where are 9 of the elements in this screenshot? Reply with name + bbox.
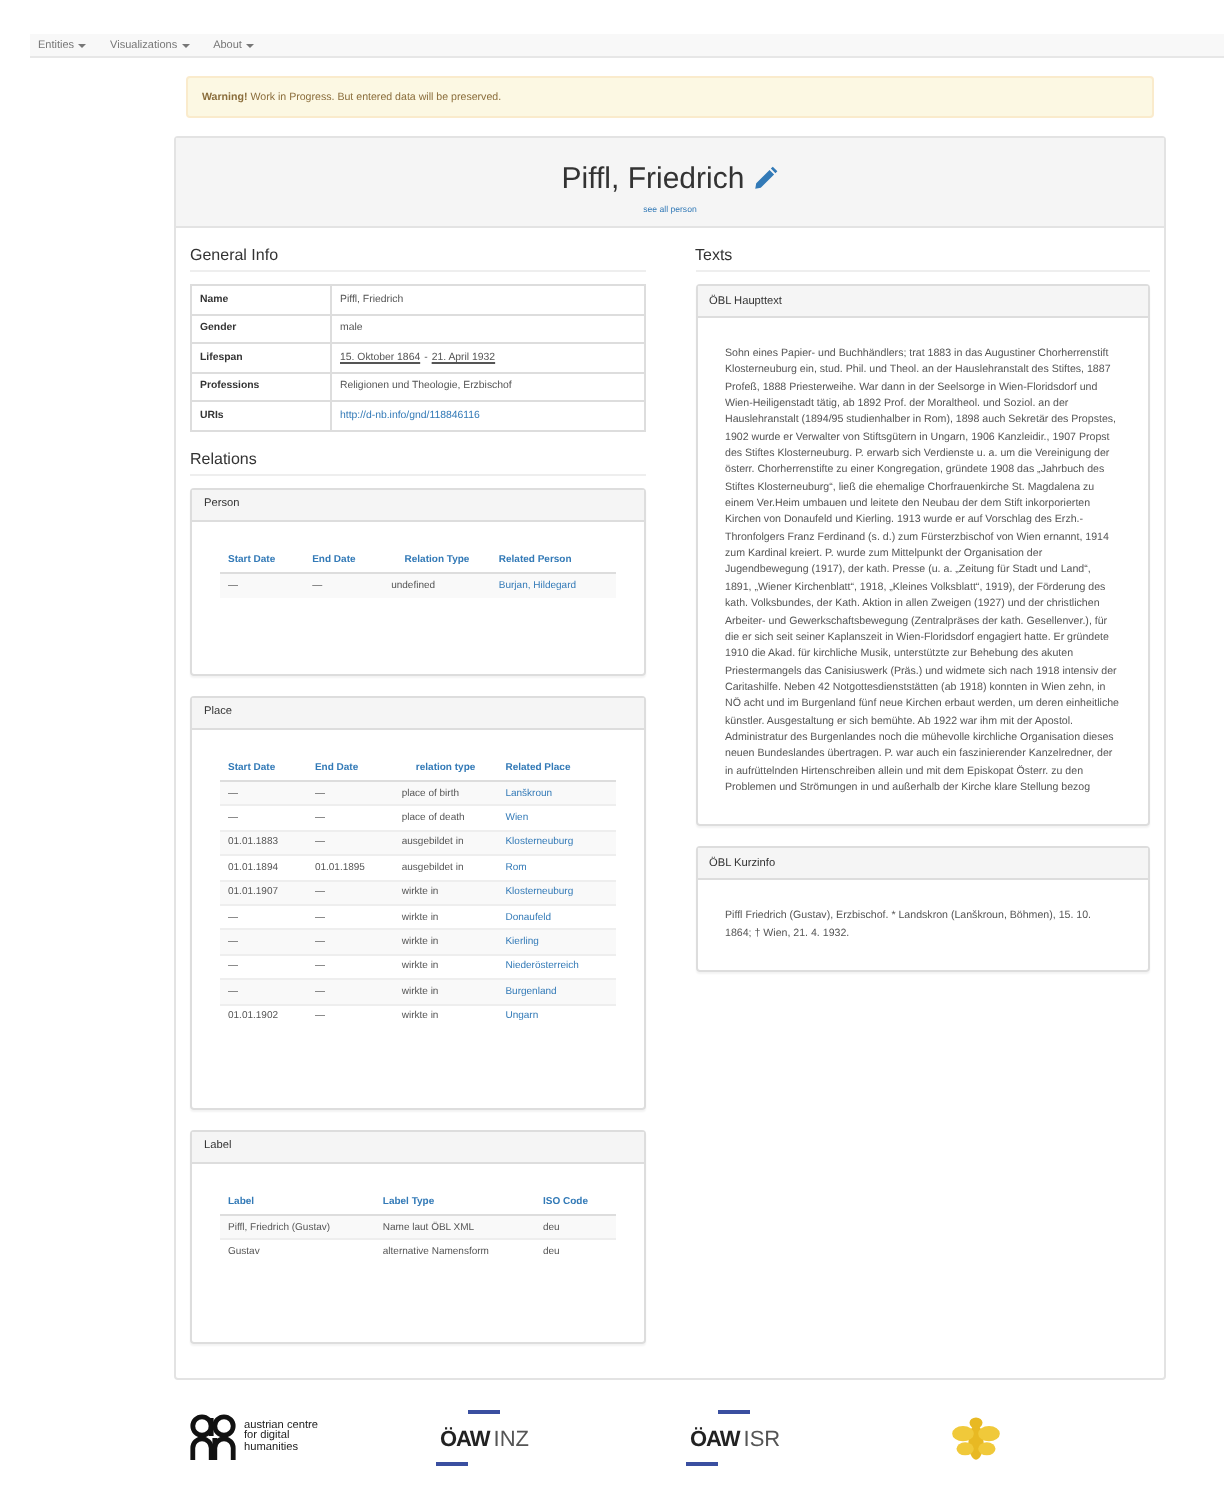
logo-icon	[190, 1412, 238, 1464]
section-heading: Relations	[190, 449, 645, 475]
institute-logo: ÖAW ISR	[690, 1408, 940, 1468]
person-name: Piffl, Friedrich	[561, 162, 745, 196]
institute-logo: ÖAW INZ	[440, 1408, 690, 1468]
edit-icon[interactable]	[752, 166, 779, 192]
section-heading: Texts	[695, 246, 1150, 272]
section-heading: General Info	[190, 246, 645, 272]
bee-icon	[950, 1412, 1002, 1464]
